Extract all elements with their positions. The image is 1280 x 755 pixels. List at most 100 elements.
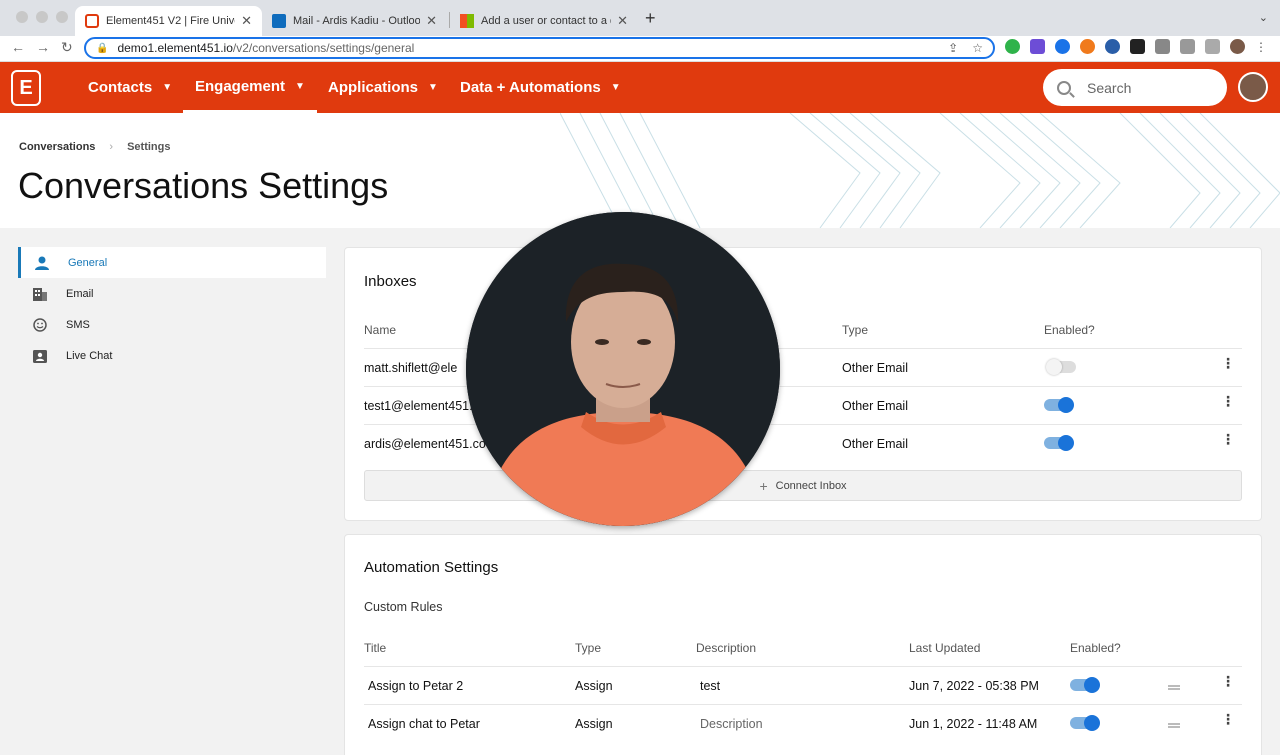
rule-title: Assign chat to Petar — [368, 717, 480, 731]
lock-icon[interactable]: 🔒 — [96, 43, 108, 54]
browser-tab-outlook[interactable]: Mail - Ardis Kadiu - Outlook ✕ — [262, 6, 447, 36]
custom-rules-subtitle: Custom Rules — [364, 600, 443, 614]
bookmark-star-icon[interactable]: ☆ — [972, 41, 983, 55]
more-options-icon[interactable]: ⋮ — [1221, 712, 1235, 726]
rule-description: Description — [700, 717, 763, 731]
contact-card-icon — [33, 349, 47, 363]
column-header-enabled: Enabled? — [1044, 323, 1095, 337]
page-title: Conversations Settings — [18, 165, 389, 206]
tab-search-chevron-icon[interactable]: ⌄ — [1259, 11, 1268, 24]
extension-icon[interactable] — [1030, 39, 1045, 54]
url-input[interactable]: 🔒 demo1.element451.io/v2/conversations/s… — [84, 37, 995, 59]
drag-handle-icon[interactable] — [1168, 685, 1180, 690]
onepassword-extension-icon[interactable] — [1105, 39, 1120, 54]
sidebar-item-live-chat[interactable]: Live Chat — [18, 340, 326, 371]
column-header-last-updated: Last Updated — [909, 641, 981, 655]
side-panel-icon[interactable] — [1205, 39, 1220, 54]
column-header-title: Title — [364, 641, 387, 655]
close-tab-icon[interactable]: ✕ — [235, 13, 252, 29]
rule-type: Assign — [575, 717, 613, 731]
close-tab-icon[interactable]: ✕ — [611, 13, 628, 29]
rule-description: test — [700, 679, 721, 693]
profile-avatar[interactable] — [1230, 39, 1245, 54]
chevron-down-icon: ▼ — [295, 80, 305, 92]
hubspot-extension-icon[interactable] — [1080, 39, 1095, 54]
inbox-type: Other Email — [842, 437, 908, 451]
sidebar-item-general[interactable]: General — [18, 247, 326, 278]
new-tab-button[interactable]: + — [645, 8, 656, 29]
decorative-pattern — [560, 113, 1280, 228]
chevron-down-icon: ▼ — [162, 82, 173, 93]
inbox-type: Other Email — [842, 399, 908, 413]
search-icon — [1057, 80, 1071, 95]
inbox-type: Other Email — [842, 361, 908, 375]
inboxes-title: Inboxes — [364, 273, 417, 290]
presenter-video — [466, 212, 780, 526]
chevron-down-icon: ▼ — [428, 82, 438, 93]
rule-type: Assign — [575, 679, 613, 693]
element451-logo[interactable]: E — [11, 70, 41, 106]
rule-title: Assign to Petar 2 — [368, 679, 464, 693]
table-row[interactable]: Assign to Petar 2 Assign test Jun 7, 202… — [364, 666, 1242, 704]
close-tab-icon[interactable]: ✕ — [420, 13, 437, 29]
column-header-type: Type — [575, 641, 602, 655]
sidebar-item-email[interactable]: Email — [18, 278, 326, 309]
browser-menu-icon[interactable]: ⋮ — [1255, 40, 1267, 54]
extension-icon[interactable] — [1055, 39, 1070, 54]
rule-last-updated: Jun 7, 2022 - 05:38 PM — [909, 679, 1039, 693]
forward-arrow-icon[interactable]: → — [36, 39, 50, 55]
share-icon[interactable]: ⇪ — [948, 41, 958, 55]
browser-tab-element451[interactable]: Element451 V2 | Fire University ✕ — [75, 6, 262, 36]
app-header: E Contacts ▼ Engagement ▼ Applications ▼ Da… — [0, 62, 1280, 113]
person-icon — [35, 256, 49, 270]
column-header-name: Name — [364, 323, 397, 337]
table-row[interactable]: Assign chat to Petar Assign Description … — [364, 704, 1242, 742]
nav-applications[interactable]: Applications ▼ — [328, 62, 438, 113]
evernote-extension-icon[interactable] — [1005, 39, 1020, 54]
nav-engagement[interactable]: Engagement ▼ — [183, 62, 317, 113]
more-options-icon[interactable]: ⋮ — [1221, 394, 1235, 408]
page-header: Conversations › Settings Conversations S… — [0, 113, 1280, 228]
outlook-favicon-icon — [272, 14, 286, 28]
breadcrumb: Conversations › Settings — [19, 141, 171, 153]
inbox-name: matt.shiflett@ele — [364, 361, 458, 375]
browser-address-bar: ← → ↻ 🔒 demo1.element451.io/v2/conversat… — [0, 36, 1280, 62]
building-icon — [33, 287, 47, 301]
drag-handle-icon[interactable] — [1168, 723, 1180, 728]
smiley-icon — [33, 317, 47, 332]
extensions-bar: ⋮ — [1005, 39, 1267, 54]
enabled-toggle[interactable] — [1044, 397, 1074, 413]
enabled-toggle[interactable] — [1046, 359, 1076, 375]
more-options-icon[interactable]: ⋮ — [1221, 356, 1235, 370]
breadcrumb-settings: Settings — [127, 141, 171, 153]
column-header-enabled: Enabled? — [1070, 641, 1121, 655]
more-options-icon[interactable]: ⋮ — [1221, 432, 1235, 446]
puzzle-icon[interactable] — [1155, 39, 1170, 54]
microsoft-favicon-icon — [460, 14, 474, 28]
breadcrumb-conversations[interactable]: Conversations — [19, 141, 95, 153]
sidebar-item-sms[interactable]: SMS — [18, 309, 326, 340]
breadcrumb-separator-icon: › — [109, 141, 114, 153]
column-header-description: Description — [696, 641, 757, 655]
extension-icon[interactable] — [1130, 39, 1145, 54]
enabled-toggle[interactable] — [1070, 677, 1100, 693]
enabled-toggle[interactable] — [1070, 715, 1100, 731]
element451-favicon-icon — [85, 14, 99, 28]
browser-tab-microsoft[interactable]: Add a user or contact to a distr ✕ — [450, 6, 638, 36]
nav-data-automations[interactable]: Data + Automations ▼ — [460, 62, 621, 113]
reload-icon[interactable]: ↻ — [61, 39, 73, 56]
user-avatar[interactable] — [1238, 72, 1268, 102]
rule-last-updated: Jun 1, 2022 - 11:48 AM — [909, 717, 1038, 731]
reading-list-icon[interactable] — [1180, 39, 1195, 54]
window-controls[interactable] — [16, 11, 68, 23]
more-options-icon[interactable]: ⋮ — [1221, 674, 1235, 688]
search-input[interactable]: Search — [1043, 69, 1227, 106]
plus-icon: + — [759, 477, 768, 494]
connect-inbox-button[interactable]: + Connect Inbox — [364, 470, 1242, 501]
settings-sidebar: General Email SMS Live Chat — [18, 247, 326, 371]
nav-contacts[interactable]: Contacts ▼ — [88, 62, 172, 113]
back-arrow-icon[interactable]: ← — [11, 39, 25, 55]
automation-settings-card: Automation Settings Custom Rules Title T… — [344, 534, 1262, 755]
webcam-overlay[interactable] — [466, 212, 780, 526]
enabled-toggle[interactable] — [1044, 435, 1074, 451]
